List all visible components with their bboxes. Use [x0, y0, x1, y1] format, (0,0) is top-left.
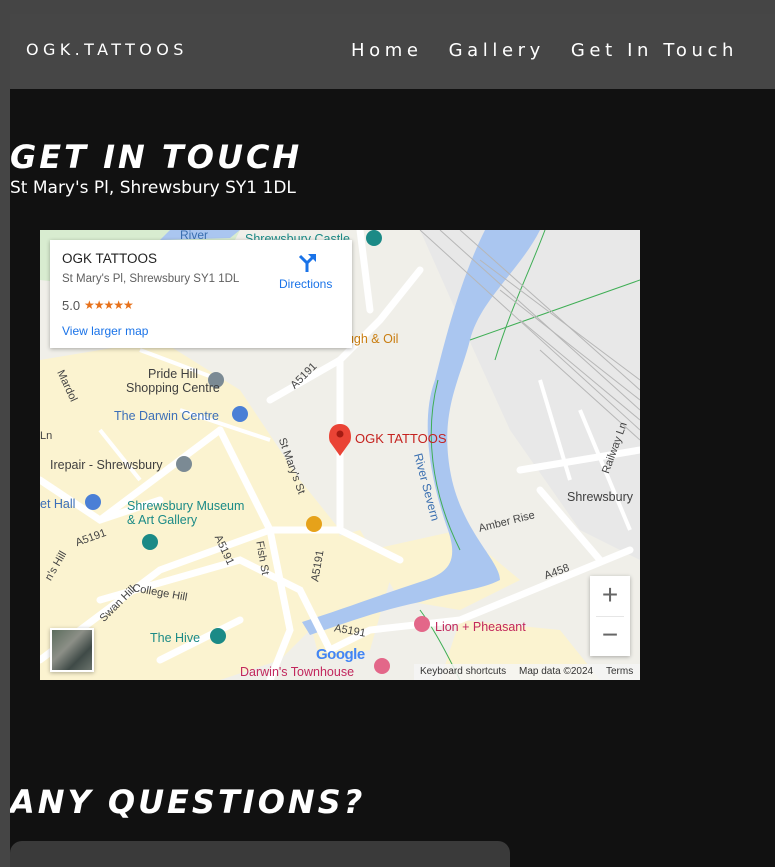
label-museum-line1: Shrewsbury Museum [127, 499, 245, 513]
contact-form-container [10, 841, 510, 867]
map-data-text: Map data ©2024 [519, 666, 594, 677]
map-attribution: Keyboard shortcuts Map data ©2024 Terms [414, 664, 640, 680]
contact-address: St Mary's Pl, Shrewsbury SY1 1DL [10, 178, 296, 198]
zoom-in-button[interactable]: + [590, 576, 630, 616]
nav-link-gallery[interactable]: Gallery [449, 40, 545, 61]
nav-links: Home Gallery Get In Touch [351, 40, 764, 61]
zoom-controls: + − [590, 576, 630, 656]
label-lion-pheasant: Lion + Pheasant [435, 620, 526, 634]
place-name: OGK TATTOOS [62, 251, 158, 266]
label-shrewsbury: Shrewsbury [567, 490, 633, 504]
google-logo: Google [316, 646, 365, 663]
terms-link[interactable]: Terms [606, 666, 633, 677]
label-et-hall: et Hall [40, 497, 76, 511]
place-address: St Mary's Pl, Shrewsbury SY1 1DL [62, 273, 240, 285]
label-darwins-townhouse: Darwin's Townhouse [240, 665, 355, 679]
page: OGK.TATTOOS Home Gallery Get In Touch GE… [10, 14, 775, 867]
label-shopping-centre: Shopping Centre [126, 381, 220, 395]
label-museum-line2: & Art Gallery [127, 513, 198, 527]
nav-link-get-in-touch[interactable]: Get In Touch [571, 40, 738, 61]
brand-logo[interactable]: OGK.TATTOOS [26, 40, 188, 59]
nav-link-home[interactable]: Home [351, 40, 423, 61]
directions-icon[interactable] [296, 252, 318, 274]
label-ln: Ln [40, 430, 53, 442]
label-hive: The Hive [150, 631, 201, 645]
zoom-out-button[interactable]: − [590, 616, 630, 656]
satellite-toggle-button[interactable] [50, 628, 94, 672]
keyboard-shortcuts-link[interactable]: Keyboard shortcuts [420, 666, 506, 677]
label-irepair: Irepair - Shrewsbury [50, 458, 163, 472]
label-pride-hill: Pride Hill [148, 367, 199, 381]
view-larger-map-link[interactable]: View larger map [62, 324, 148, 338]
map-pin-label[interactable]: OGK TATTOOS [355, 431, 447, 446]
directions-link[interactable]: Directions [279, 277, 332, 291]
navbar: OGK.TATTOOS Home Gallery Get In Touch [10, 14, 775, 89]
place-rating: 5.0 [62, 298, 81, 313]
contact-heading: GET IN TOUCH [10, 138, 303, 176]
questions-heading: ANY QUESTIONS? [10, 783, 366, 821]
label-darwin-centre: The Darwin Centre [114, 409, 219, 423]
place-card: OGK TATTOOS St Mary's Pl, Shrewsbury SY1… [50, 240, 352, 348]
rating-stars-icon: ★★★★★ [84, 298, 134, 312]
embedded-map[interactable]: River Shrewsbury Castle ough & Oil Pride… [40, 230, 640, 680]
